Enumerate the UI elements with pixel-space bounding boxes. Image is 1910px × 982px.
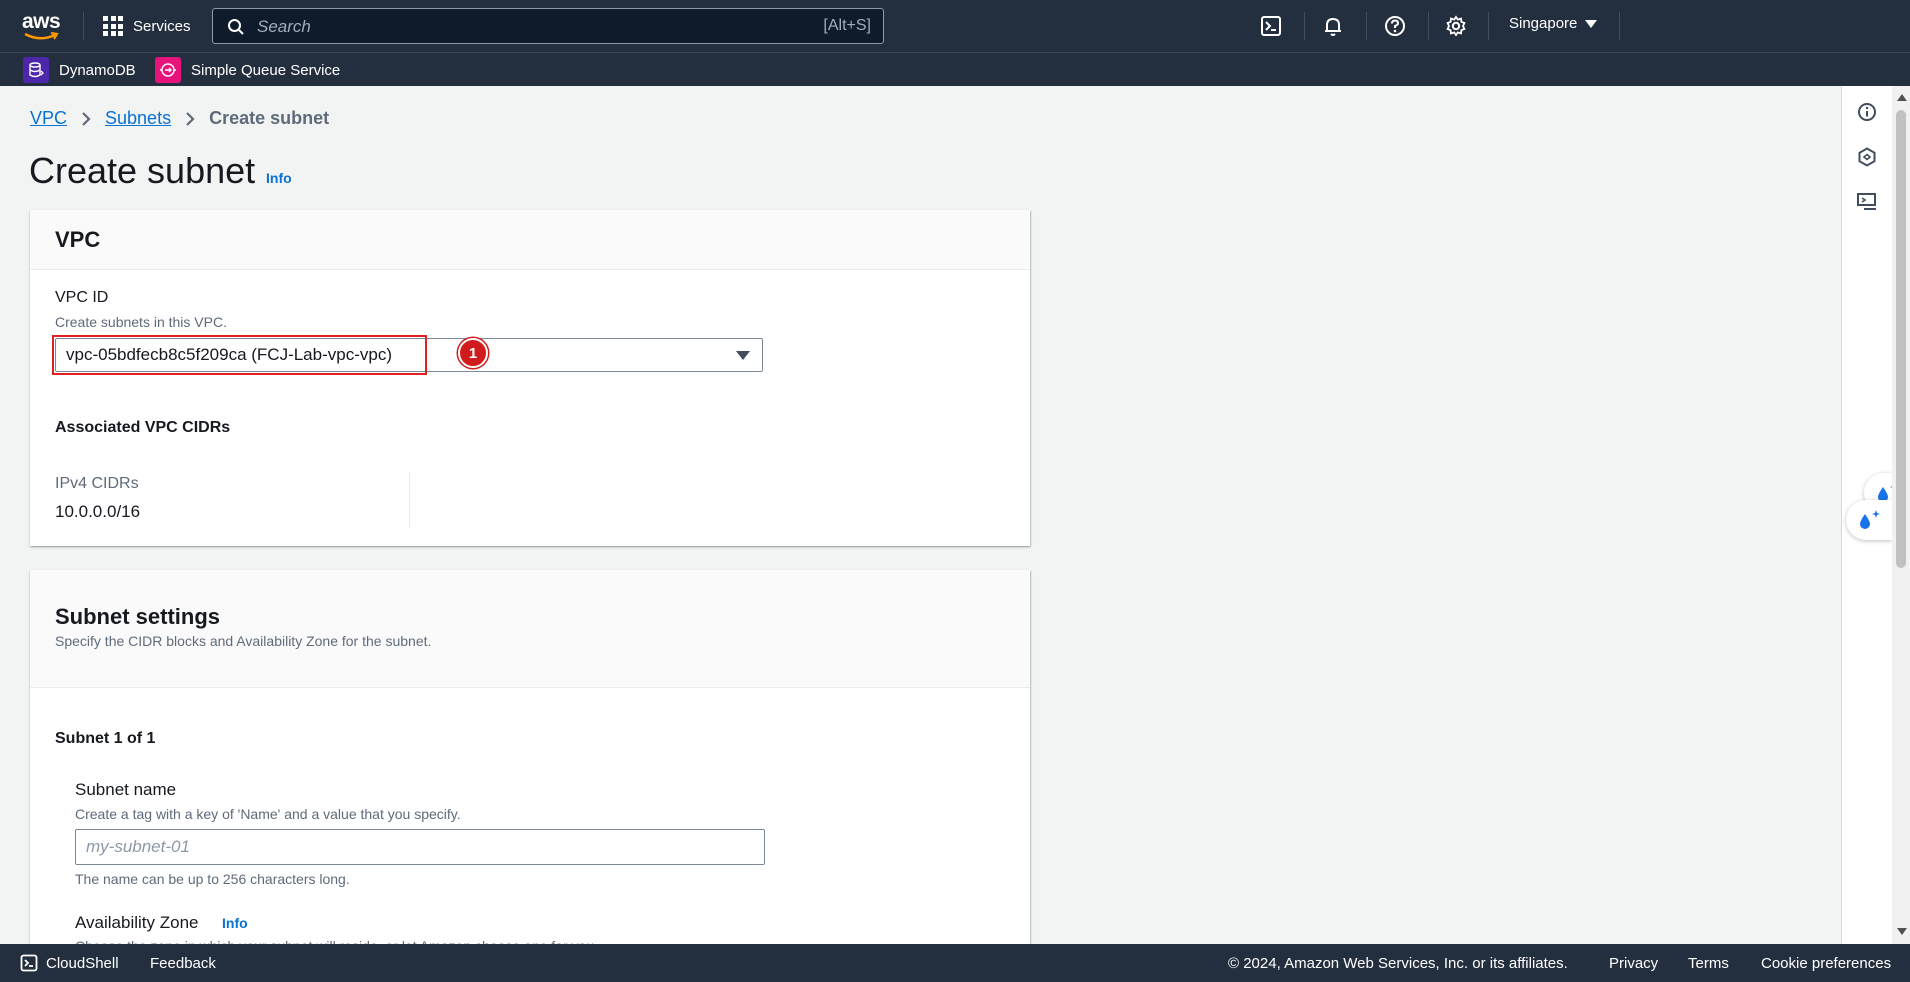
subnet-settings-panel: Subnet settings Specify the CIDR blocks … (30, 570, 1030, 954)
breadcrumb-vpc-link[interactable]: VPC (30, 108, 67, 129)
annotation-highlight-box (52, 335, 427, 375)
subnet-name-description: Create a tag with a key of 'Name' and a … (75, 806, 461, 822)
subnet-settings-description: Specify the CIDR blocks and Availability… (55, 633, 432, 649)
presentation-tutorial-icon[interactable] (1855, 190, 1879, 214)
vpc-id-description: Create subnets in this VPC. (55, 314, 227, 330)
subnet-name-hint: The name can be up to 256 characters lon… (75, 871, 350, 887)
search-shortcut: [Alt+S] (823, 17, 871, 34)
favorite-dynamodb[interactable]: DynamoDB (23, 57, 136, 83)
breadcrumb: VPC Subnets Create subnet (30, 108, 329, 129)
footer-cloudshell-button[interactable]: CloudShell (20, 954, 119, 972)
footer-terms-link[interactable]: Terms (1688, 955, 1729, 972)
chevron-right-icon (81, 111, 91, 127)
scrollbar-thumb[interactable] (1896, 110, 1906, 568)
annotation-badge: 1 (458, 338, 488, 368)
subnet-settings-header: Subnet settings Specify the CIDR blocks … (30, 570, 1030, 688)
associated-cidrs-heading: Associated VPC CIDRs (55, 419, 231, 436)
vpc-panel-header: VPC (30, 210, 1030, 270)
vpc-id-label: VPC ID (55, 289, 109, 306)
dynamodb-icon (23, 57, 49, 83)
cloudshell-icon (20, 954, 38, 972)
footer: CloudShell Feedback © 2024, Amazon Web S… (0, 944, 1910, 982)
breadcrumb-current: Create subnet (209, 108, 330, 128)
caret-down-icon (1585, 19, 1598, 28)
divider (1619, 12, 1620, 40)
search-placeholder: Search (257, 17, 311, 36)
ipv4-cidrs-label: IPv4 CIDRs (55, 475, 139, 492)
page-info-link[interactable]: Info (266, 170, 292, 186)
settings-icon[interactable] (1444, 14, 1468, 38)
ipv4-cidr-value: 10.0.0.0/16 (55, 502, 141, 521)
column-divider (409, 472, 410, 528)
aws-logo[interactable]: aws (22, 10, 62, 42)
subnet-count-heading: Subnet 1 of 1 (55, 730, 156, 747)
favorites-bar: DynamoDB Simple Queue Service (0, 52, 1910, 86)
caret-down-icon (736, 351, 750, 360)
subnet-settings-title: Subnet settings (55, 604, 221, 629)
chevron-right-icon (185, 111, 195, 127)
vpc-panel: VPC VPC ID Create subnets in this VPC. v… (30, 210, 1030, 546)
divider (1488, 12, 1489, 40)
help-icon[interactable] (1383, 14, 1407, 38)
footer-cookie-preferences-link[interactable]: Cookie preferences (1761, 955, 1891, 972)
divider (1304, 12, 1305, 40)
subnet-name-input[interactable] (76, 830, 764, 864)
scroll-down-arrow-icon[interactable] (1897, 928, 1907, 935)
subnet-name-label: Subnet name (75, 780, 177, 799)
aws-logo-text: aws (22, 10, 61, 33)
divider (83, 12, 84, 40)
availability-zone-label: Availability Zone (75, 913, 199, 932)
aws-smile-icon (24, 32, 59, 40)
footer-privacy-link[interactable]: Privacy (1609, 955, 1658, 972)
assistant-sparkle-icon-secondary[interactable] (1846, 500, 1892, 540)
search-icon (228, 19, 244, 35)
region-label: Singapore (1509, 15, 1578, 32)
page-scrollbar[interactable] (1892, 86, 1910, 944)
sqs-icon (155, 57, 181, 83)
subnet-name-field[interactable] (75, 829, 765, 865)
info-panel-icon[interactable] (1855, 100, 1879, 124)
services-label: Services (133, 17, 191, 35)
resources-hexagon-icon[interactable] (1855, 145, 1879, 169)
divider (1366, 12, 1367, 40)
services-grid-icon (103, 16, 123, 36)
breadcrumb-subnets-link[interactable]: Subnets (105, 108, 171, 129)
divider (1428, 12, 1429, 40)
page-title: Create subnet (29, 150, 256, 191)
favorite-label: DynamoDB (59, 61, 136, 79)
notifications-icon[interactable] (1321, 14, 1345, 38)
services-menu-button[interactable]: Services (103, 14, 191, 38)
top-navigation: aws Services Search [Alt+S] Singapore (0, 0, 1910, 52)
search-bar[interactable]: Search [Alt+S] (212, 8, 884, 44)
favorite-sqs[interactable]: Simple Queue Service (155, 57, 340, 83)
region-selector[interactable]: Singapore (1509, 15, 1598, 32)
scroll-up-arrow-icon[interactable] (1897, 94, 1907, 101)
footer-feedback-link[interactable]: Feedback (150, 955, 216, 972)
availability-zone-info-link[interactable]: Info (222, 915, 248, 931)
favorite-label: Simple Queue Service (191, 61, 341, 79)
vpc-panel-title: VPC (55, 227, 101, 252)
footer-cloudshell-label: CloudShell (46, 954, 119, 972)
cloudshell-icon[interactable] (1259, 14, 1283, 38)
footer-copyright: © 2024, Amazon Web Services, Inc. or its… (1228, 955, 1568, 972)
